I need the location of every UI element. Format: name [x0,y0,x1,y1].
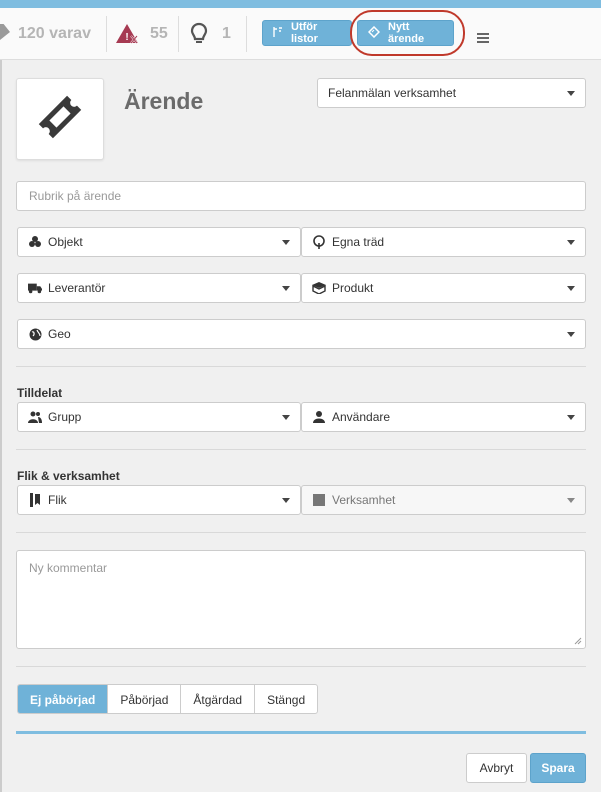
topbar: 120 varav ! 55 1 Utför listor Nytt ärend… [0,8,601,60]
save-button[interactable]: Spara [530,753,586,783]
divider [106,16,107,52]
tab-select[interactable]: Flik [17,485,301,515]
divider [16,666,586,667]
chevron-down-icon [567,498,575,503]
divider [246,16,247,52]
geo-select[interactable]: Geo [17,319,586,349]
topbar-accent-stripe [0,0,601,8]
business-select[interactable]: Verksamhet [301,485,586,515]
chevron-down-icon [567,332,575,337]
status-segmented-control: Ej påbörjad Påbörjad Åtgärdad Stängd [17,684,319,714]
status-resolved[interactable]: Åtgärdad [181,685,256,713]
group-select-label: Grupp [48,410,82,424]
tree-icon [312,235,326,249]
status-not-started[interactable]: Ej påbörjad [18,685,109,713]
chevron-down-icon [282,498,290,503]
comment-textarea[interactable]: Ny kommentar [16,550,586,649]
truck-icon [28,281,42,295]
supplier-select-label: Leverantör [48,281,106,295]
page-title: Ärende [124,88,204,114]
tab-section-label: Flik & verksamhet [17,469,120,483]
alerts-count: 55 [150,25,168,42]
new-ticket-button[interactable]: Nytt ärende [357,20,454,46]
user-select[interactable]: Användare [301,402,586,432]
ticket-icon [32,89,88,150]
tickets-stat[interactable]: 120 varav [0,8,91,60]
own-trees-select-label: Egna träd [332,235,385,249]
supplier-select[interactable]: Leverantör [17,273,301,303]
chevron-down-icon [567,91,575,96]
assigned-section-label: Tilldelat [17,386,63,400]
warning-icon: ! [116,23,140,45]
box-icon [312,281,326,295]
group-select[interactable]: Grupp [17,402,301,432]
subject-input[interactable]: Rubrik på ärende [16,181,586,211]
business-select-label: Verksamhet [332,493,396,507]
chevron-down-icon [567,240,575,245]
new-ticket-label: Nytt ärende [388,21,425,45]
own-trees-select[interactable]: Egna träd [301,227,586,257]
divider [16,366,586,367]
product-select-label: Produkt [332,281,374,295]
category-select[interactable]: Felanmälan verksamhet [317,78,586,108]
geo-select-label: Geo [48,327,71,341]
svg-text:!: ! [125,32,128,43]
object-select[interactable]: Objekt [17,227,301,257]
square-icon [312,493,326,507]
divider [178,16,179,52]
bookmark-icon [28,493,42,507]
list-run-icon [273,26,283,41]
users-icon [28,410,42,424]
ideas-stat[interactable]: 1 [190,8,231,60]
objects-icon [28,235,42,249]
chevron-down-icon [282,240,290,245]
object-select-label: Objekt [48,235,83,249]
user-icon [312,410,326,424]
ticket-icon [367,25,381,41]
ideas-count: 1 [222,25,231,42]
resize-grip-icon[interactable] [574,637,582,645]
product-select[interactable]: Produkt [301,273,586,303]
divider [16,532,586,533]
cancel-button[interactable]: Avbryt [466,753,527,783]
tab-select-label: Flik [48,493,67,507]
status-closed[interactable]: Stängd [255,685,317,713]
run-lists-button[interactable]: Utför listor [262,20,352,46]
tickets-count: 120 varav [18,25,91,42]
chevron-down-icon [567,415,575,420]
chevron-down-icon [282,415,290,420]
ticket-type-avatar [16,78,104,160]
comment-placeholder: Ny kommentar [29,561,108,575]
user-select-label: Användare [332,410,391,424]
chevron-down-icon [282,286,290,291]
divider [16,449,586,450]
menu-icon[interactable] [477,33,489,43]
chevron-down-icon [567,286,575,291]
lightbulb-icon [190,22,208,46]
globe-icon [28,327,42,341]
alerts-stat[interactable]: ! 55 [116,8,168,60]
status-started[interactable]: Påbörjad [108,685,182,713]
footer-accent-rule [16,731,586,734]
ticket-icon [0,24,10,44]
category-select-value: Felanmälan verksamhet [328,86,457,100]
run-lists-label: Utför listor [291,21,318,45]
